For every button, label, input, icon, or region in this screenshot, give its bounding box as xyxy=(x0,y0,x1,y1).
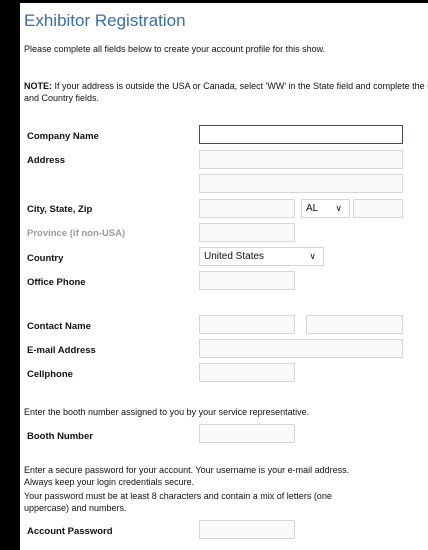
address-label: Address xyxy=(27,155,66,166)
chevron-down-icon: ∨ xyxy=(309,251,316,261)
contact-name-label: Contact Name xyxy=(27,321,91,332)
address-line2-input[interactable] xyxy=(199,174,403,193)
password-instruction-4: uppercase) and numbers. xyxy=(24,503,127,513)
contact-first-name-input[interactable] xyxy=(199,315,295,334)
account-password-label: Account Password xyxy=(27,526,113,537)
note-text: NOTE: If your address is outside the USA… xyxy=(24,80,428,104)
account-password-input[interactable] xyxy=(199,520,295,539)
booth-number-label: Booth Number xyxy=(27,431,93,442)
cellphone-input[interactable] xyxy=(199,363,295,382)
password-instruction-3: Your password must be at least 8 charact… xyxy=(24,491,332,501)
zip-input[interactable] xyxy=(353,199,403,218)
registration-panel: Exhibitor Registration Please complete a… xyxy=(20,3,428,550)
password-instruction-1: Enter a secure password for your account… xyxy=(24,465,350,475)
country-value: United States xyxy=(204,251,265,262)
state-value: AL xyxy=(306,203,319,214)
company-name-label: Company Name xyxy=(27,131,99,142)
intro-text: Please complete all fields below to crea… xyxy=(24,44,326,54)
state-select[interactable]: AL ∨ xyxy=(301,199,350,218)
country-label: Country xyxy=(27,253,64,264)
company-name-input[interactable] xyxy=(199,125,403,144)
cellphone-label: Cellphone xyxy=(27,369,73,380)
email-label: E-mail Address xyxy=(27,345,96,356)
province-input[interactable] xyxy=(199,223,295,242)
email-input[interactable] xyxy=(199,339,403,358)
city-input[interactable] xyxy=(199,199,295,218)
note-body: If your address is outside the USA or Ca… xyxy=(24,81,428,103)
contact-last-name-input[interactable] xyxy=(306,315,403,334)
address-line1-input[interactable] xyxy=(199,150,403,169)
office-phone-input[interactable] xyxy=(199,271,295,290)
password-instruction-2: Always keep your login credentials secur… xyxy=(24,477,195,487)
country-select[interactable]: United States ∨ xyxy=(199,247,324,266)
chevron-down-icon: ∨ xyxy=(335,203,342,213)
page-title: Exhibitor Registration xyxy=(24,11,186,30)
booth-number-input[interactable] xyxy=(199,424,295,443)
city-state-zip-label: City, State, Zip xyxy=(27,204,93,215)
booth-instruction: Enter the booth number assigned to you b… xyxy=(24,407,310,417)
province-label: Province (if non-USA) xyxy=(27,228,126,239)
office-phone-label: Office Phone xyxy=(27,277,86,288)
note-label: NOTE: xyxy=(24,81,52,91)
